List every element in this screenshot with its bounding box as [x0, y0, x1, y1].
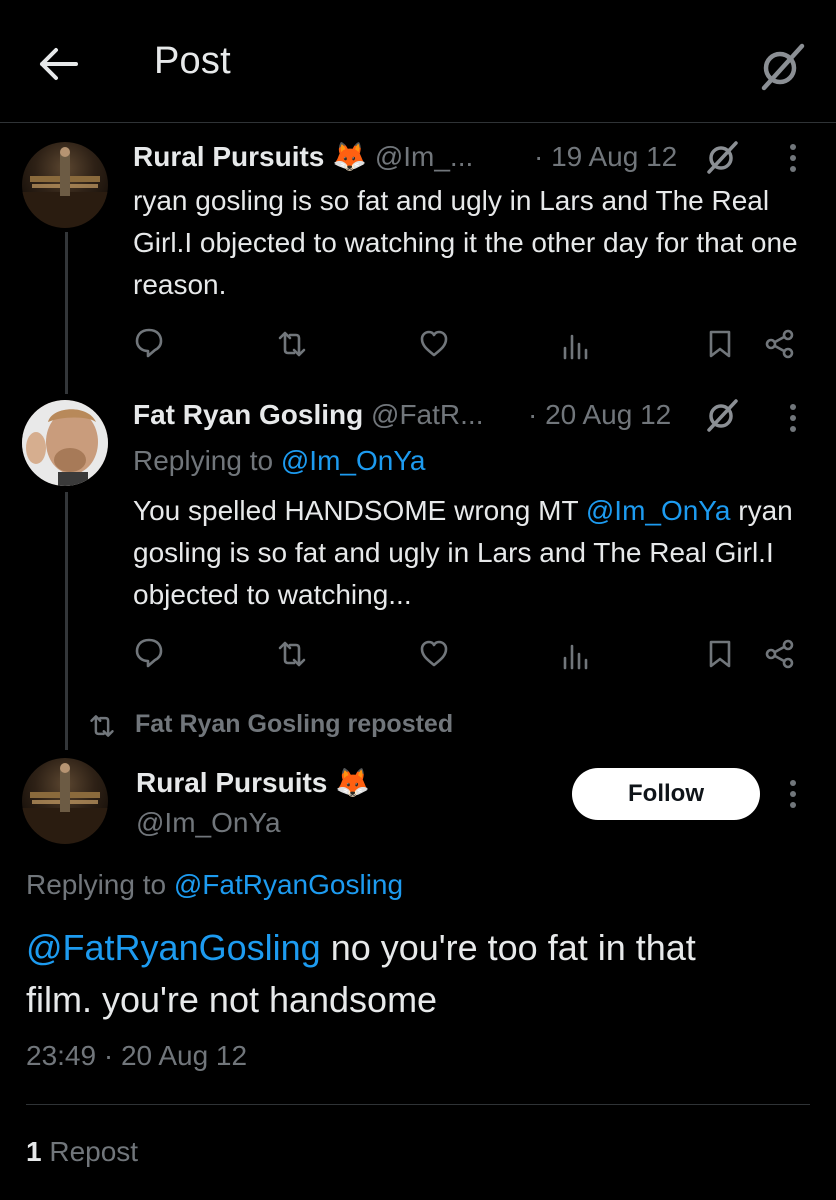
mention-link[interactable]: @FatRyanGosling: [26, 927, 321, 968]
tweet-text-part: You spelled HANDSOME wrong MT: [133, 495, 579, 526]
tweet-header: Rural Pursuits 🦊 @Im_...: [133, 140, 473, 174]
share-icon[interactable]: [764, 328, 796, 360]
reply-icon[interactable]: [133, 326, 165, 358]
repost-icon[interactable]: [276, 328, 308, 360]
repost-count-label: Repost: [49, 1136, 139, 1167]
avatar-photo: [22, 400, 108, 486]
back-arrow-icon[interactable]: [36, 44, 80, 84]
no-signal-icon[interactable]: [756, 40, 808, 92]
display-name[interactable]: Rural Pursuits: [133, 141, 324, 172]
views-icon[interactable]: [560, 640, 592, 672]
like-icon[interactable]: [418, 638, 450, 670]
tweet-time[interactable]: · 20 Aug 12: [528, 398, 671, 432]
fox-emoji: 🦊: [335, 767, 371, 798]
repost-number: 1: [26, 1136, 42, 1167]
tweet-text-part: film. you're not handsome: [26, 979, 438, 1020]
bookmark-icon[interactable]: [704, 638, 736, 670]
tweet-time[interactable]: · 19 Aug 12: [534, 140, 677, 174]
page-title: Post: [154, 40, 231, 82]
tweet-text: ryan gosling is so fat and ugly in Lars …: [133, 185, 798, 300]
no-signal-icon: [707, 141, 738, 174]
views-icon[interactable]: [560, 330, 592, 362]
repost-label[interactable]: Fat Ryan Gosling reposted: [135, 710, 453, 739]
avatar-photo: [22, 147, 108, 228]
more-options-icon[interactable]: [788, 778, 798, 810]
replying-prefix: Replying to: [133, 445, 274, 476]
mention-link[interactable]: @Im_OnYa: [281, 445, 426, 476]
avatar[interactable]: [22, 758, 108, 844]
user-handle[interactable]: @Im_OnYa: [136, 806, 281, 840]
timestamp[interactable]: 23:49 · 20 Aug 12: [26, 1040, 247, 1072]
user-handle[interactable]: @Im_...: [375, 141, 473, 172]
author-name-line: Rural Pursuits 🦊: [136, 766, 370, 800]
bookmark-icon[interactable]: [704, 328, 736, 360]
avatar[interactable]: [22, 400, 108, 486]
share-icon[interactable]: [764, 638, 796, 670]
like-icon[interactable]: [418, 328, 450, 360]
avatar[interactable]: [22, 142, 108, 228]
more-options-icon[interactable]: [788, 402, 798, 434]
repost-icon: [90, 715, 114, 737]
replying-to: Replying to @FatRyanGosling: [26, 868, 403, 902]
fox-emoji: 🦊: [332, 141, 368, 172]
replying-to: Replying to @Im_OnYa: [133, 444, 426, 478]
display-name[interactable]: Fat Ryan Gosling: [133, 399, 363, 430]
follow-button[interactable]: Follow: [572, 768, 760, 820]
thread-line: [65, 492, 68, 750]
no-signal-icon: [707, 399, 738, 432]
main-tweet-text: @FatRyanGosling no you're too fat in tha…: [26, 922, 816, 1026]
repost-icon[interactable]: [276, 638, 308, 670]
more-options-icon[interactable]: [788, 142, 798, 174]
tweet-text-part: no you're too fat in that: [330, 927, 696, 968]
tweet-header: Fat Ryan Gosling @FatR...: [133, 398, 483, 432]
mention-link[interactable]: @FatRyanGosling: [174, 869, 403, 900]
avatar-photo: [22, 763, 108, 844]
mention-link[interactable]: @Im_OnYa: [586, 495, 731, 526]
divider: [26, 1104, 810, 1105]
replying-prefix: Replying to: [26, 869, 167, 900]
tweet-text: You spelled HANDSOME wrong MT @Im_OnYa r…: [133, 490, 813, 616]
thread-line: [65, 232, 68, 394]
header-divider: [0, 122, 836, 123]
reply-icon[interactable]: [133, 636, 165, 668]
user-handle[interactable]: @FatR...: [371, 399, 483, 430]
repost-count[interactable]: 1 Repost: [26, 1136, 138, 1168]
display-name[interactable]: Rural Pursuits: [136, 767, 327, 798]
